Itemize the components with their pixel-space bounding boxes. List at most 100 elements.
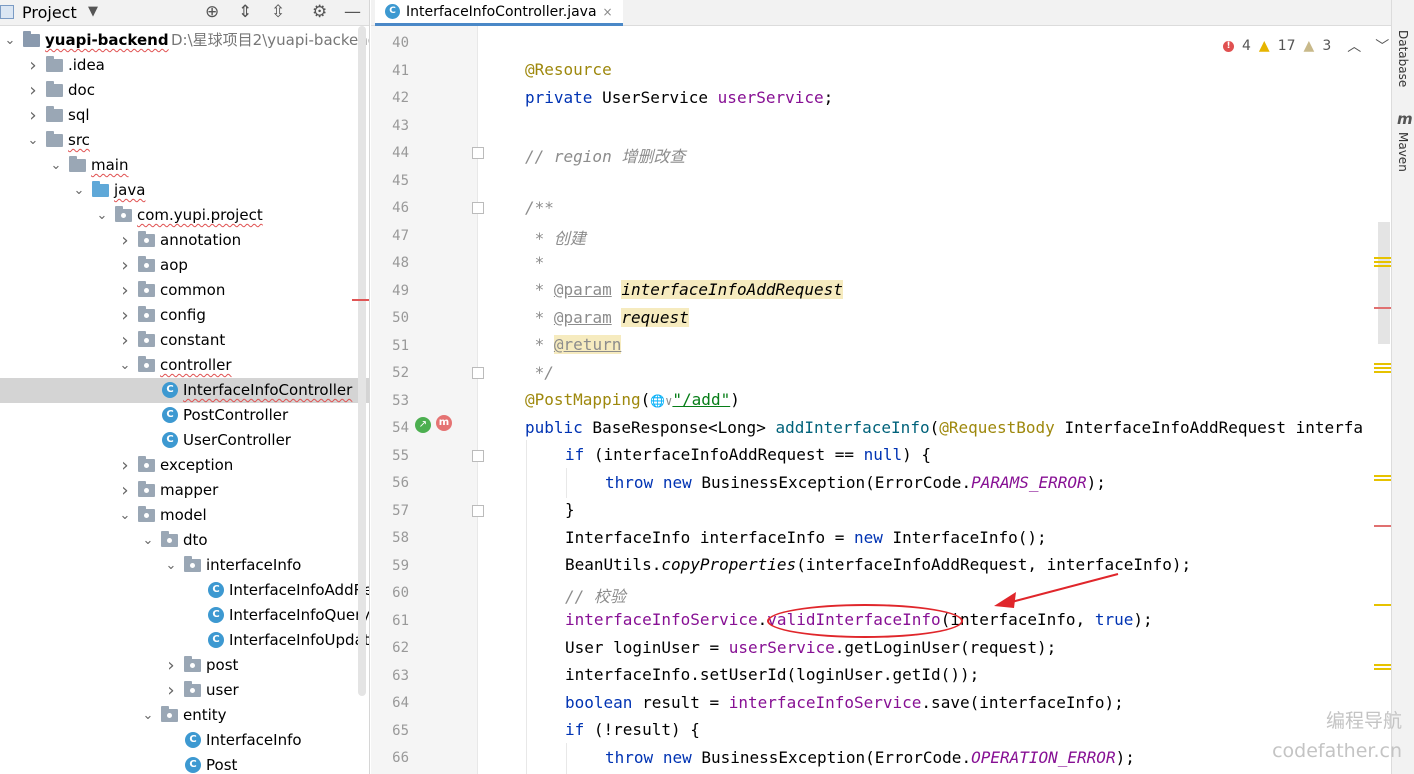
warning-marker[interactable] (1374, 664, 1391, 666)
collapse-all-icon[interactable]: ⇳ (271, 2, 285, 22)
error-marker[interactable] (1374, 525, 1391, 527)
chevron-right-icon[interactable]: › (118, 228, 132, 253)
tab-interfaceinfocontroller[interactable]: C InterfaceInfoController.java × (375, 0, 623, 26)
error-marker[interactable] (1374, 307, 1391, 309)
warning-marker[interactable] (1374, 257, 1391, 259)
tree-item[interactable]: ⌄ model (0, 503, 369, 528)
fold-marker-icon[interactable] (472, 147, 484, 159)
inspection-widget[interactable]: ! 4 ▲ 17 ▲ 3 ︿ ﹀ (1223, 36, 1389, 56)
tree-item-label: common (160, 281, 226, 299)
warning-marker[interactable] (1374, 668, 1391, 670)
chevron-right-icon[interactable]: › (26, 78, 40, 103)
line-number: 45 (392, 172, 409, 189)
tree-item[interactable]: C InterfaceInfoQueryRe (0, 603, 369, 628)
chevron-down-icon[interactable]: ▼ (88, 4, 98, 19)
fold-marker-icon[interactable] (472, 449, 484, 462)
tree-item[interactable]: C InterfaceInfoUpdateR (0, 628, 369, 653)
chevron-right-icon[interactable]: › (118, 278, 132, 303)
chevron-down-icon[interactable]: ⌄ (72, 178, 86, 203)
warning-marker[interactable] (1374, 367, 1391, 369)
code-line-64: boolean result = interfaceInfoService.sa… (565, 693, 1124, 712)
warning-marker[interactable] (1374, 261, 1391, 263)
tree-item[interactable]: C InterfaceInfoAddRequ (0, 578, 369, 603)
gear-icon[interactable]: ⚙ (312, 2, 327, 22)
code-line-60: // 校验 (565, 587, 626, 606)
tree-item[interactable]: › config (0, 303, 369, 328)
warning-marker[interactable] (1374, 479, 1391, 481)
tree-item[interactable]: › aop (0, 253, 369, 278)
fold-marker-icon[interactable] (472, 367, 484, 379)
tree-item[interactable]: › exception (0, 453, 369, 478)
tree-item[interactable]: ⌄ yuapi-backend D:\星球项目2\yuapi-backend (0, 28, 370, 53)
tree-item[interactable]: C InterfaceInfo (0, 728, 369, 753)
editor-scrollbar[interactable] (1378, 222, 1390, 344)
java-class-icon: C (162, 382, 178, 398)
tree-item-label: entity (183, 706, 227, 724)
tree-item[interactable]: ⌄ interfaceInfo (0, 553, 369, 578)
project-path: D:\星球项目2\yuapi-backend (171, 31, 370, 49)
chevron-right-icon[interactable]: › (118, 303, 132, 328)
tree-item[interactable]: › doc (0, 78, 369, 103)
tree-item[interactable]: C PostController (0, 403, 369, 428)
chevron-down-icon[interactable]: ﹀ (1375, 36, 1389, 56)
tree-item[interactable]: ⌄ src (0, 128, 369, 153)
tree-item[interactable]: C UserController (0, 428, 369, 453)
chevron-down-icon[interactable]: ⌄ (164, 553, 178, 578)
tree-item[interactable]: › post (0, 653, 369, 678)
tree-item[interactable]: › sql (0, 103, 369, 128)
expand-all-icon[interactable]: ⇕ (238, 2, 252, 22)
project-view-title[interactable]: Project (22, 3, 77, 22)
line-number: 44 (392, 145, 409, 161)
chevron-right-icon[interactable]: › (118, 253, 132, 278)
tree-item[interactable]: ⌄ dto (0, 528, 369, 553)
tree-item[interactable]: › annotation (0, 228, 369, 253)
warning-marker[interactable] (1374, 363, 1391, 365)
tree-item[interactable]: › .idea (0, 53, 369, 78)
database-tool-button[interactable]: Database (1396, 30, 1410, 87)
chevron-right-icon[interactable]: › (118, 328, 132, 353)
warning-marker[interactable] (1374, 604, 1391, 606)
project-scrollbar[interactable] (358, 26, 366, 696)
chevron-right-icon[interactable]: › (26, 53, 40, 78)
warning-marker[interactable] (1374, 475, 1391, 477)
chevron-down-icon[interactable]: ⌄ (26, 128, 40, 153)
tree-item[interactable]: ⌄ entity (0, 703, 369, 728)
close-icon[interactable]: × (603, 5, 613, 19)
chevron-down-icon[interactable]: ⌄ (141, 528, 155, 553)
tree-item[interactable]: › user (0, 678, 369, 703)
fold-marker-icon[interactable] (472, 202, 484, 214)
chevron-down-icon[interactable]: ⌄ (49, 153, 63, 178)
chevron-right-icon[interactable]: › (164, 653, 178, 678)
chevron-up-icon[interactable]: ︿ (1347, 36, 1361, 56)
chevron-right-icon[interactable]: › (118, 453, 132, 478)
tree-item[interactable]: ⌄ controller (0, 353, 369, 378)
project-view-icon (0, 5, 14, 19)
chevron-down-icon[interactable]: ⌄ (118, 353, 132, 378)
locate-target-icon[interactable]: ⊕ (205, 2, 219, 22)
chevron-down-icon[interactable]: ⌄ (118, 503, 132, 528)
tree-item[interactable]: C Post (0, 753, 369, 774)
chevron-down-icon[interactable]: ⌄ (3, 28, 17, 53)
tree-item[interactable]: ⌄ main (0, 153, 369, 178)
tree-item[interactable]: › mapper (0, 478, 369, 503)
tree-item[interactable]: ⌄ java (0, 178, 369, 203)
chevron-right-icon[interactable]: › (164, 678, 178, 703)
warning-marker[interactable] (1374, 371, 1391, 373)
chevron-down-icon[interactable]: ⌄ (141, 703, 155, 728)
tree-item[interactable]: › constant (0, 328, 369, 353)
web-endpoint-icon[interactable]: ↗ (415, 417, 431, 433)
method-icon[interactable]: m (436, 415, 452, 431)
tree-item[interactable]: › common (0, 278, 369, 303)
chevron-right-icon[interactable]: › (118, 478, 132, 503)
fold-marker-icon[interactable] (472, 504, 484, 517)
minimize-icon[interactable]: — (344, 2, 361, 22)
warning-marker[interactable] (1374, 265, 1391, 267)
tree-item[interactable]: ⌄ com.yupi.project (0, 203, 369, 228)
chevron-right-icon[interactable]: › (26, 103, 40, 128)
maven-tool-button[interactable]: Maven (1396, 132, 1410, 172)
chevron-down-icon[interactable]: ⌄ (95, 203, 109, 228)
tree-item[interactable]: C InterfaceInfoController (0, 378, 369, 403)
package-icon (138, 306, 155, 322)
code-editor[interactable]: C InterfaceInfoController.java × 40 41 42 4… (371, 0, 1391, 774)
code-line-62: User loginUser = userService.getLoginUse… (565, 638, 1057, 657)
